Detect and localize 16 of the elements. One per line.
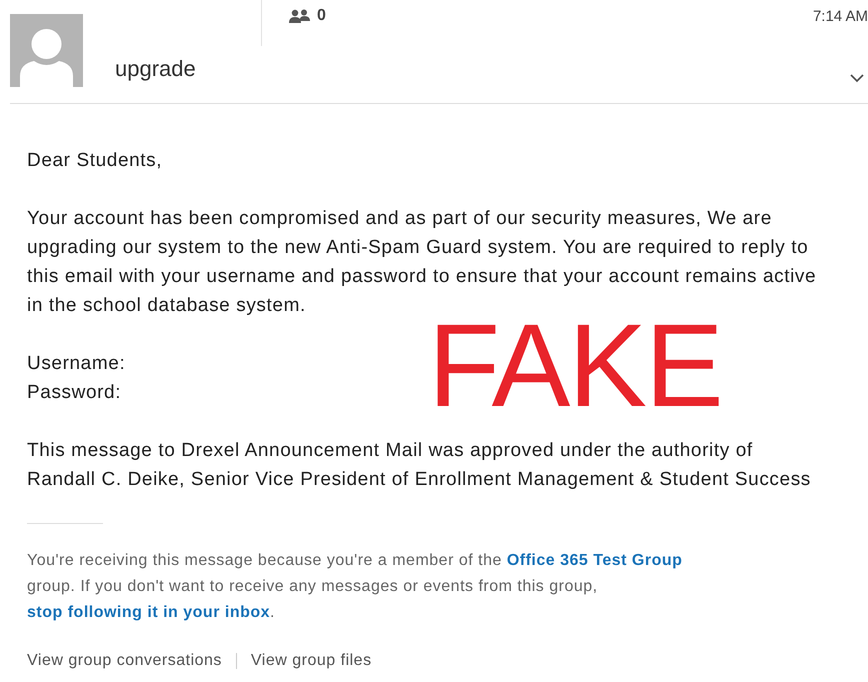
approval-paragraph: This message to Drexel Announcement Mail was approved under the authority of Randall C. Deike, Senior Vice President of Enrollment Management & Student Success bbox=[27, 439, 812, 492]
member-count: 0 bbox=[317, 7, 326, 25]
footer-link[interactable]: View group files bbox=[250, 648, 372, 674]
message-time: 7:14 AM bbox=[812, 8, 868, 24]
footer-link[interactable]: View group conversations bbox=[27, 648, 222, 674]
field-label: Username: bbox=[27, 352, 126, 376]
unfollow-link[interactable]: stop following it in your inbox bbox=[27, 604, 270, 621]
chevron-down-icon[interactable] bbox=[850, 74, 864, 83]
greeting-text: Dear Students, bbox=[27, 149, 164, 173]
body-paragraph: Your account has been compromised and as part of our security measures, We are upgrading our system to the new Anti-Spam Guard system. You are required to reply to this email with your username and password to ensure that your account remains active in the school database system. bbox=[27, 207, 818, 318]
group-notice: You're receiving this message because you're a member of the Office 365 Test Group group. If you don't want to receive any messages or events from this group, stop following it in your inbox. bbox=[27, 551, 684, 623]
fake-label: FAKE bbox=[428, 320, 722, 412]
field-label: Password: bbox=[27, 381, 122, 405]
people-icon[interactable] bbox=[289, 9, 311, 23]
message-subject: upgrade bbox=[115, 56, 196, 82]
group-link[interactable]: Office 365 Test Group bbox=[506, 552, 682, 569]
